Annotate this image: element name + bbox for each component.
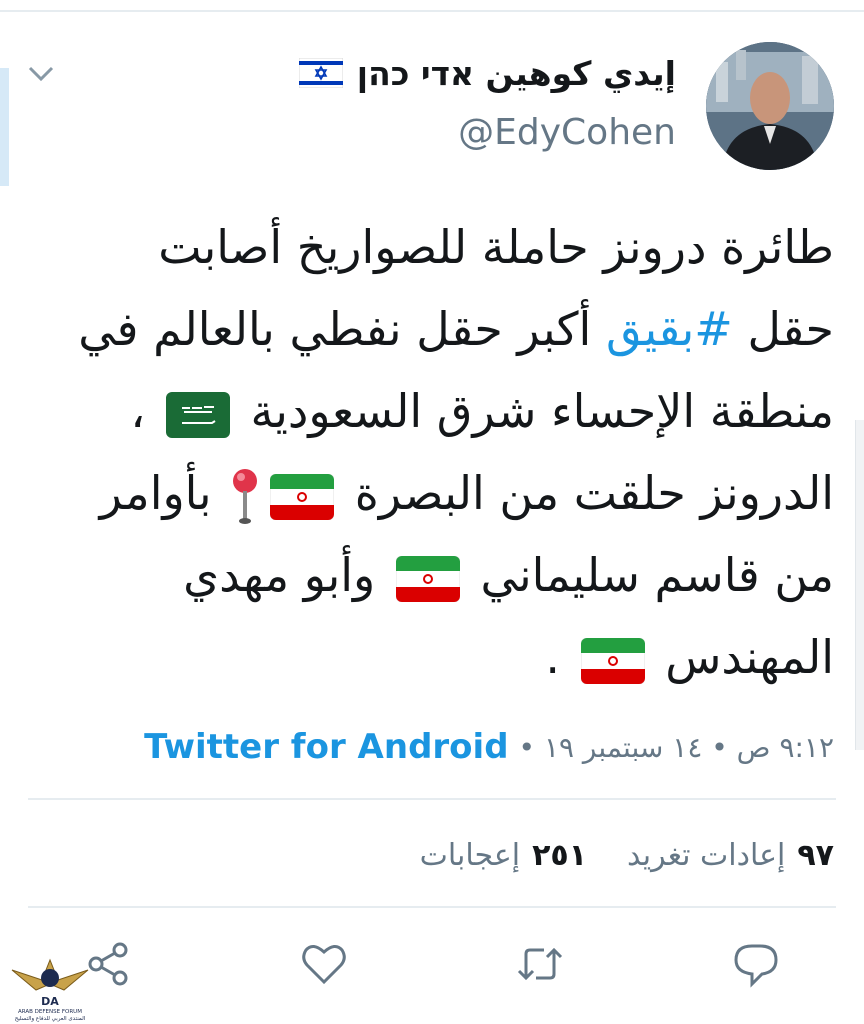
retweet-icon[interactable] [514,938,566,990]
tweet-line-6-start: المهندس [665,630,834,684]
retweets-count[interactable]: ٩٧ [797,838,834,873]
israel-flag-icon [298,58,343,88]
tweet-line-6-end: . [545,630,575,684]
chevron-down-icon[interactable] [28,64,54,84]
meta-divider [28,798,836,800]
iran-flag-icon [395,555,460,602]
tweet-line-2-start: حقل [732,302,834,356]
iran-flag-icon [270,473,335,520]
likes-label[interactable]: إعجابات [420,838,520,873]
tweet-line-4-end: بأوامر [99,466,212,520]
forum-watermark: DA ARAB DEFENSE FORUM المنتدى العربي للد… [8,950,92,1022]
reply-icon[interactable] [730,938,782,990]
tweet-text: طائرة درونز حاملة للصواريخ أصابت حقل #بق… [14,206,834,698]
likes-count[interactable]: ٢٥١ [532,838,587,873]
thread-indicator [0,68,9,186]
watermark-name: ARAB DEFENSE FORUM [18,1009,82,1015]
tweet-line-3: منطقة الإحساء شرق السعودية [250,384,834,438]
source-link[interactable]: Twitter for Android [144,727,508,767]
tweet-line-3-end: ، [130,384,160,438]
saudi-flag-icon [165,391,230,438]
tweet-line-1: طائرة درونز حاملة للصواريخ أصابت [158,220,834,274]
user-handle[interactable]: @EdyCohen [458,112,676,153]
tweet-meta: ٩:١٢ ص • ١٤ سبتمبر ١٩ • Twitter for Andr… [144,722,834,772]
iran-flag-icon [580,637,645,684]
hashtag-link[interactable]: #بقيق [606,302,733,356]
tweet-line-5-start: من قاسم سليماني [480,548,834,602]
tweet-line-5-end: وأبو مهدي [183,548,376,602]
retweets-label[interactable]: إعادات تغريد [627,838,785,873]
display-name[interactable]: إيدي كوهين אדי כהן [357,54,676,93]
timestamp: ٩:١٢ ص • ١٤ سبتمبر ١٩ • [518,730,834,764]
like-icon[interactable] [298,938,350,990]
scrollbar[interactable] [855,420,864,750]
tweet-line-4-start: الدرونز حلقت من البصرة [354,466,834,520]
watermark-tagline: المنتدى العربي للدفاع والتسليح [15,1016,86,1022]
tweet-line-2-end: أكبر حقل نفطي بالعالم في [78,302,606,356]
stats-divider [28,906,836,908]
avatar[interactable] [706,42,834,170]
engagement-stats: ٩٧ إعادات تغريد ٢٥١ إعجابات [420,830,834,880]
round-pushpin-icon [230,467,260,527]
author-row: إيدي كوهين אדי כהן [298,48,676,98]
watermark-abbr: DA [41,995,59,1008]
top-divider [0,10,864,12]
